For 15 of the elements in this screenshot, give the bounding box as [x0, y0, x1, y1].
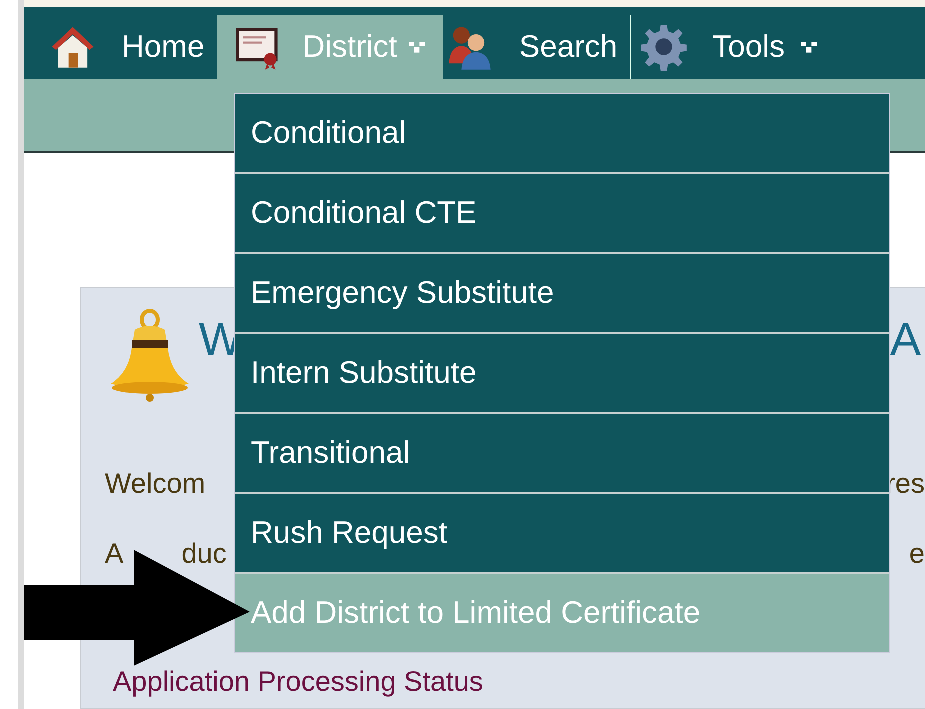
menu-item[interactable]: Conditional CTE	[235, 174, 889, 254]
paragraph-text: duc	[182, 538, 227, 570]
heading-text: A	[890, 316, 921, 362]
paragraph-text: Welcom	[105, 468, 206, 500]
status-link[interactable]: Application Processing Status	[113, 666, 925, 698]
menu-item[interactable]: Transitional	[235, 414, 889, 494]
menu-item[interactable]: Conditional	[235, 94, 889, 174]
menu-item[interactable]: Intern Substitute	[235, 334, 889, 414]
menu-item[interactable]: Emergency Substitute	[235, 254, 889, 334]
nav-item[interactable]: Home	[46, 6, 217, 80]
paragraph-text: A	[105, 538, 124, 570]
nav-item[interactable]: Tools	[636, 6, 830, 80]
nav-item[interactable]: Search	[443, 6, 630, 80]
gear-icon	[638, 22, 689, 72]
paragraph-text: e	[909, 538, 925, 570]
